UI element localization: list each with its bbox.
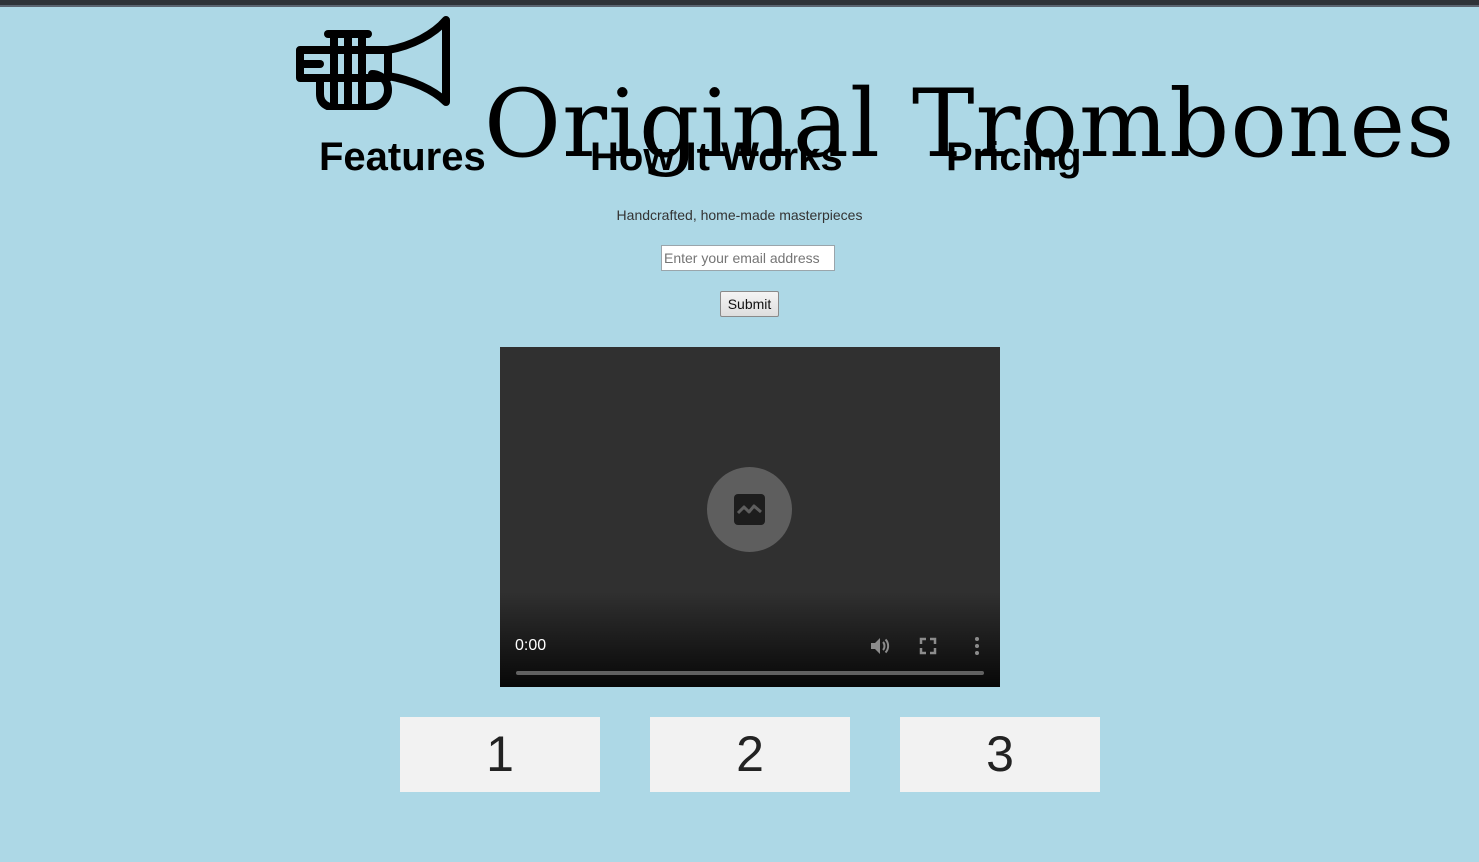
tagline: Handcrafted, home-made masterpieces xyxy=(616,207,863,223)
volume-icon[interactable] xyxy=(869,635,891,657)
nav-link-pricing[interactable]: Pricing xyxy=(946,130,1082,184)
more-options-icon[interactable] xyxy=(966,635,988,657)
broken-image-icon xyxy=(734,494,765,525)
feature-box-1: 1 xyxy=(400,717,600,792)
video-center-button[interactable] xyxy=(707,467,792,552)
email-input[interactable] xyxy=(661,245,835,271)
submit-button[interactable]: Submit xyxy=(720,291,779,317)
fullscreen-icon[interactable] xyxy=(917,635,939,657)
trumpet-icon xyxy=(294,16,452,112)
main-nav: Features How It Works Pricing xyxy=(0,130,1479,184)
feature-box-3: 3 xyxy=(900,717,1100,792)
browser-top-strip xyxy=(0,0,1479,7)
video-progress-bar[interactable] xyxy=(516,671,984,675)
site-header: Original Trombones xyxy=(0,10,1479,172)
feature-box-2: 2 xyxy=(650,717,850,792)
nav-link-how-it-works[interactable]: How It Works xyxy=(590,130,843,184)
video-player[interactable]: 0:00 xyxy=(500,347,1000,687)
nav-link-features[interactable]: Features xyxy=(319,130,486,184)
video-time: 0:00 xyxy=(515,637,547,654)
